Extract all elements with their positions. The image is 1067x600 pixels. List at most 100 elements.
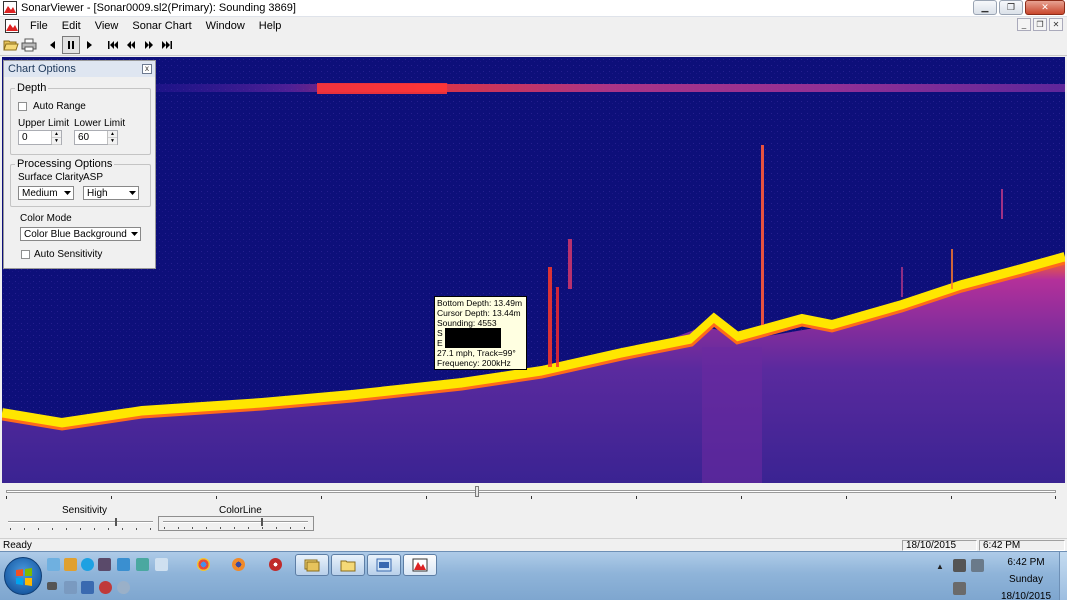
desktop-icon[interactable] bbox=[47, 558, 60, 571]
rewind-icon[interactable] bbox=[122, 36, 140, 54]
lower-limit-spinner[interactable]: 60 ▲ ▼ bbox=[74, 130, 118, 145]
slider-row: Sensitivity ColorLine bbox=[0, 502, 1067, 538]
skip-end-icon[interactable] bbox=[158, 36, 176, 54]
surface-clarity-label: Surface Clarity bbox=[18, 172, 84, 183]
lower-limit-down-icon[interactable]: ▼ bbox=[108, 138, 117, 145]
status-date: 18/10/2015 bbox=[902, 540, 977, 551]
chart-options-title-bar: Chart Options x bbox=[4, 61, 155, 77]
playback-track[interactable] bbox=[6, 490, 1056, 493]
taskbar-button-explorer[interactable] bbox=[295, 554, 329, 576]
app-quicklaunch-icon[interactable] bbox=[64, 581, 77, 594]
auto-range-checkbox[interactable] bbox=[18, 102, 27, 111]
windows-logo-icon bbox=[16, 568, 32, 586]
mdi-minimize-button[interactable]: _ bbox=[1017, 18, 1031, 31]
upper-limit-up-icon[interactable]: ▲ bbox=[52, 131, 61, 138]
step-back-icon[interactable] bbox=[44, 36, 62, 54]
colorline-track[interactable] bbox=[163, 521, 308, 523]
chevron-down-icon[interactable] bbox=[47, 582, 57, 590]
app-icon bbox=[3, 1, 17, 15]
taskbar-button-sonarviewer[interactable] bbox=[403, 554, 437, 576]
menu-window[interactable]: Window bbox=[199, 20, 252, 32]
frequency-text: Frequency: 200kHz bbox=[437, 358, 511, 368]
menu-help[interactable]: Help bbox=[252, 20, 289, 32]
fast-forward-icon[interactable] bbox=[140, 36, 158, 54]
taskbar-button-app[interactable] bbox=[367, 554, 401, 576]
app-quicklaunch-icon[interactable] bbox=[99, 581, 112, 594]
app-quicklaunch-icon[interactable] bbox=[117, 581, 130, 594]
playback-track-row bbox=[2, 484, 1065, 502]
status-bar: Ready 18/10/2015 6:42 PM bbox=[0, 538, 1067, 551]
window-title: SonarViewer - [Sonar0009.sl2(Primary): S… bbox=[21, 2, 296, 14]
chart-options-panel: Chart Options x Depth Auto Range Upper L… bbox=[3, 60, 156, 269]
menu-edit[interactable]: Edit bbox=[55, 20, 88, 32]
cursor-depth-text: Cursor Depth: 13.44m bbox=[437, 308, 521, 318]
taskbar: ▲ 6:42 PM Sunday 18/10/2015 bbox=[0, 551, 1067, 600]
asp-select[interactable]: High bbox=[83, 186, 139, 200]
sonar-chart[interactable] bbox=[2, 57, 1065, 483]
auto-sensitivity-checkbox[interactable] bbox=[21, 250, 30, 259]
device-tray-icon[interactable] bbox=[953, 559, 966, 572]
app-quicklaunch-icon[interactable] bbox=[81, 581, 94, 594]
app-quicklaunch-icon[interactable] bbox=[64, 558, 77, 571]
color-mode-select[interactable]: Color Blue Background bbox=[20, 227, 141, 241]
maximize-button[interactable]: ❐ bbox=[999, 0, 1023, 15]
skype-icon[interactable] bbox=[81, 558, 94, 571]
upper-limit-value[interactable]: 0 bbox=[19, 131, 51, 144]
colorline-thumb[interactable] bbox=[261, 518, 263, 526]
chevron-down-icon[interactable] bbox=[126, 187, 138, 199]
speed-track-text: 27.1 mph, Track=99° bbox=[437, 348, 516, 358]
panel-close-icon[interactable]: x bbox=[142, 64, 152, 74]
menu-file[interactable]: File bbox=[23, 20, 55, 32]
sounding-tooltip: Bottom Depth: 13.49m Cursor Depth: 13.44… bbox=[434, 296, 527, 370]
status-text: Ready bbox=[3, 540, 32, 551]
sonarviewer-icon bbox=[412, 558, 428, 572]
tray-expand-icon[interactable]: ▲ bbox=[936, 562, 944, 571]
status-time: 6:42 PM bbox=[979, 540, 1065, 551]
minimize-button[interactable]: ▁ bbox=[973, 0, 997, 15]
clock-date: 18/10/2015 bbox=[1000, 591, 1052, 600]
color-mode-value: Color Blue Background bbox=[24, 228, 127, 240]
app-quicklaunch-icon[interactable] bbox=[136, 558, 149, 571]
folder-icon bbox=[340, 560, 356, 572]
chrome-icon[interactable] bbox=[197, 558, 210, 571]
open-icon[interactable] bbox=[2, 36, 20, 54]
surface-clarity-select[interactable]: Medium bbox=[18, 186, 74, 200]
lower-limit-value[interactable]: 60 bbox=[75, 131, 107, 144]
media-icon[interactable] bbox=[98, 558, 111, 571]
start-button[interactable] bbox=[4, 557, 42, 595]
close-button[interactable]: ✕ bbox=[1025, 0, 1065, 15]
menu-sonar-chart[interactable]: Sonar Chart bbox=[125, 20, 198, 32]
pause-icon[interactable] bbox=[62, 35, 80, 54]
network-tray-icon[interactable] bbox=[971, 559, 984, 572]
mdi-restore-button[interactable]: ❐ bbox=[1033, 18, 1047, 31]
document-icon bbox=[5, 18, 19, 33]
depth-group: Depth Auto Range Upper Limit Lower Limit… bbox=[10, 82, 151, 155]
taskbar-clock[interactable]: 6:42 PM Sunday 18/10/2015 bbox=[999, 554, 1053, 600]
print-icon[interactable] bbox=[20, 36, 38, 54]
firefox-icon[interactable] bbox=[232, 558, 245, 571]
playback-ticks bbox=[6, 496, 1056, 500]
title-bar: SonarViewer - [Sonar0009.sl2(Primary): S… bbox=[0, 0, 1067, 17]
upper-limit-down-icon[interactable]: ▼ bbox=[52, 138, 61, 145]
e-coordinate-row: E bbox=[437, 338, 524, 348]
lower-limit-up-icon[interactable]: ▲ bbox=[108, 131, 117, 138]
skip-start-icon[interactable] bbox=[104, 36, 122, 54]
chevron-down-icon[interactable] bbox=[61, 187, 73, 199]
clock-time: 6:42 PM bbox=[1007, 557, 1045, 568]
upper-limit-label: Upper Limit bbox=[18, 118, 70, 129]
menu-view[interactable]: View bbox=[88, 20, 126, 32]
upper-limit-spinner[interactable]: 0 ▲ ▼ bbox=[18, 130, 62, 145]
sensitivity-thumb[interactable] bbox=[115, 518, 117, 526]
clock-day: Sunday bbox=[1009, 574, 1043, 585]
app-quicklaunch-icon[interactable] bbox=[269, 558, 282, 571]
sensitivity-track[interactable] bbox=[8, 521, 153, 523]
mdi-close-button[interactable]: ✕ bbox=[1049, 18, 1063, 31]
show-desktop-button[interactable] bbox=[1059, 552, 1067, 600]
chevron-down-icon[interactable] bbox=[128, 228, 140, 240]
document-quicklaunch-icon[interactable] bbox=[155, 558, 168, 571]
app-quicklaunch-icon[interactable] bbox=[117, 558, 130, 571]
play-icon[interactable] bbox=[80, 36, 98, 54]
volume-icon[interactable] bbox=[953, 582, 966, 595]
processing-options-label: Processing Options bbox=[15, 158, 115, 170]
taskbar-button-folder[interactable] bbox=[331, 554, 365, 576]
